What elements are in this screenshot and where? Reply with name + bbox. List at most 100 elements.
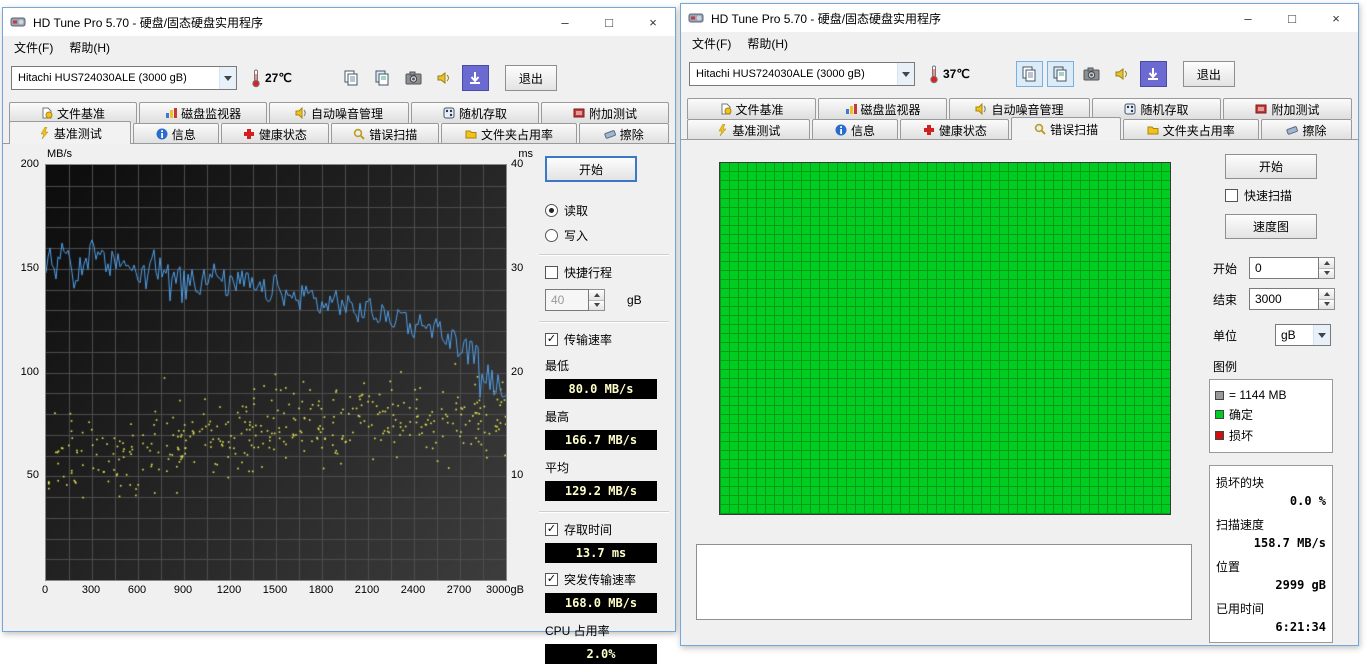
tab-benchmark[interactable]: 基准测试 xyxy=(687,119,810,140)
tab-extra-tests[interactable]: 附加测试 xyxy=(1223,98,1352,119)
drive-select[interactable]: Hitachi HUS724030ALE (3000 gB) xyxy=(689,62,915,86)
chevron-down-icon[interactable] xyxy=(1313,325,1330,345)
tab-aam[interactable]: 自动噪音管理 xyxy=(949,98,1090,119)
download-update-button[interactable] xyxy=(1140,61,1167,87)
quick-scan-row[interactable]: 快速扫描 xyxy=(1225,187,1351,204)
write-radio[interactable] xyxy=(545,229,558,242)
start-label: 开始 xyxy=(1259,158,1283,175)
read-radio-row[interactable]: 读取 xyxy=(545,202,671,219)
step-up-icon[interactable] xyxy=(1319,289,1334,299)
short-stroke-stepper[interactable] xyxy=(589,289,605,311)
tab-random-access[interactable]: 随机存取 xyxy=(411,102,539,123)
copy-results-button[interactable] xyxy=(1016,61,1043,87)
copy-screenshot-button[interactable] xyxy=(369,65,396,91)
aam-speaker-icon[interactable] xyxy=(1109,61,1136,87)
short-stroke-size-input[interactable]: 40 xyxy=(545,289,589,311)
read-radio[interactable] xyxy=(545,204,558,217)
tab-benchmark[interactable]: 基准测试 xyxy=(9,121,131,144)
close-button[interactable]: × xyxy=(631,8,675,36)
tab-info[interactable]: 信息 xyxy=(812,119,899,140)
exit-button[interactable]: 退出 xyxy=(1183,61,1235,87)
step-down-icon[interactable] xyxy=(1319,299,1334,310)
close-button[interactable]: × xyxy=(1314,4,1358,32)
short-stroke-row[interactable]: 快捷行程 xyxy=(545,264,671,281)
start-button[interactable]: 开始 xyxy=(545,156,637,182)
scan-info-box xyxy=(696,544,1192,620)
titlebar[interactable]: HD Tune Pro 5.70 - 硬盘/固态硬盘实用程序 – □ × xyxy=(681,4,1358,32)
download-update-button[interactable] xyxy=(462,65,489,91)
scan-end-input[interactable]: 3000 xyxy=(1249,288,1319,310)
camera-icon[interactable] xyxy=(400,65,427,91)
step-down-icon[interactable] xyxy=(589,300,604,311)
scan-start-stepper[interactable] xyxy=(1319,257,1335,279)
tab-disk-monitor[interactable]: 磁盘监视器 xyxy=(818,98,947,119)
step-down-icon[interactable] xyxy=(1319,268,1334,279)
aam-speaker-icon[interactable] xyxy=(431,65,458,91)
step-up-icon[interactable] xyxy=(589,290,604,300)
temperature-indicator: 37℃ xyxy=(929,64,970,84)
hdtune-window-error-scan: HD Tune Pro 5.70 - 硬盘/固态硬盘实用程序 – □ × 文件(… xyxy=(680,3,1359,646)
tab-error-scan[interactable]: 错误扫描 xyxy=(1011,117,1120,140)
disk-monitor-icon xyxy=(845,103,857,115)
tab-random-access[interactable]: 随机存取 xyxy=(1092,98,1221,119)
maximize-button[interactable]: □ xyxy=(1270,4,1314,32)
transfer-rate-row[interactable]: 传输速率 xyxy=(545,331,671,348)
camera-icon[interactable] xyxy=(1078,61,1105,87)
access-time-checkbox[interactable] xyxy=(545,523,558,536)
tab-error-scan[interactable]: 错误扫描 xyxy=(331,123,439,144)
quick-scan-checkbox[interactable] xyxy=(1225,189,1238,202)
legend-damaged: 损坏 xyxy=(1215,427,1327,444)
speed-map-button[interactable]: 速度图 xyxy=(1225,214,1317,239)
copy-results-button[interactable] xyxy=(338,65,365,91)
start-button[interactable]: 开始 xyxy=(1225,154,1317,179)
titlebar[interactable]: HD Tune Pro 5.70 - 硬盘/固态硬盘实用程序 – □ × xyxy=(3,8,675,36)
step-up-icon[interactable] xyxy=(1319,258,1334,268)
unit-select[interactable]: gB xyxy=(1275,324,1331,346)
write-radio-row[interactable]: 写入 xyxy=(545,227,671,244)
tab-file-benchmark[interactable]: 文件基准 xyxy=(9,102,137,123)
maximize-button[interactable]: □ xyxy=(587,8,631,36)
scan-end-row: 结束 3000 xyxy=(1213,288,1351,310)
burst-rate-checkbox[interactable] xyxy=(545,573,558,586)
tab-info[interactable]: 信息 xyxy=(133,123,219,144)
scan-end-stepper[interactable] xyxy=(1319,288,1335,310)
cpu-usage-value: 2.0% xyxy=(545,644,657,664)
minimize-button[interactable]: – xyxy=(543,8,587,36)
tab-disk-monitor[interactable]: 磁盘监视器 xyxy=(139,102,267,123)
tab-label: 附加测试 xyxy=(1271,101,1319,118)
minimize-button[interactable]: – xyxy=(1226,4,1270,32)
tab-file-benchmark[interactable]: 文件基准 xyxy=(687,98,816,119)
menu-file[interactable]: 文件(F) xyxy=(6,36,61,59)
tab-erase[interactable]: 擦除 xyxy=(1261,119,1352,140)
menu-help[interactable]: 帮助(H) xyxy=(61,36,118,59)
axis-tick: 0 xyxy=(42,584,48,596)
tab-folder-usage[interactable]: 文件夹占用率 xyxy=(1123,119,1259,140)
menu-file[interactable]: 文件(F) xyxy=(684,32,739,55)
menubar: 文件(F) 帮助(H) xyxy=(681,32,1358,54)
tab-extra-tests[interactable]: 附加测试 xyxy=(541,102,669,123)
tab-health[interactable]: 健康状态 xyxy=(221,123,329,144)
exit-label: 退出 xyxy=(519,70,543,87)
menu-help[interactable]: 帮助(H) xyxy=(739,32,796,55)
tab-folder-usage[interactable]: 文件夹占用率 xyxy=(441,123,576,144)
tab-aam[interactable]: 自动噪音管理 xyxy=(269,102,409,123)
tab-erase[interactable]: 擦除 xyxy=(579,123,669,144)
dice-icon xyxy=(443,107,455,119)
health-cross-icon xyxy=(243,128,255,140)
tab-label: 磁盘监视器 xyxy=(861,101,921,118)
axis-tick: 2100 xyxy=(355,584,379,596)
read-label: 读取 xyxy=(564,202,588,219)
tab-health[interactable]: 健康状态 xyxy=(900,119,1009,140)
copy-screenshot-button[interactable] xyxy=(1047,61,1074,87)
drive-select[interactable]: Hitachi HUS724030ALE (3000 gB) xyxy=(11,66,237,90)
scan-start-input[interactable]: 0 xyxy=(1249,257,1319,279)
access-time-row[interactable]: 存取时间 xyxy=(545,521,671,538)
exit-button[interactable]: 退出 xyxy=(505,65,557,91)
chevron-down-icon[interactable] xyxy=(897,63,914,85)
burst-rate-row[interactable]: 突发传输速率 xyxy=(545,571,671,588)
error-scan-content: 开始 快速扫描 速度图 开始 0 结束 3000 单位 gB 图例 = 1144… xyxy=(681,139,1358,645)
transfer-rate-checkbox[interactable] xyxy=(545,333,558,346)
quick-scan-label: 快速扫描 xyxy=(1244,187,1292,204)
chevron-down-icon[interactable] xyxy=(219,67,236,89)
short-stroke-checkbox[interactable] xyxy=(545,266,558,279)
